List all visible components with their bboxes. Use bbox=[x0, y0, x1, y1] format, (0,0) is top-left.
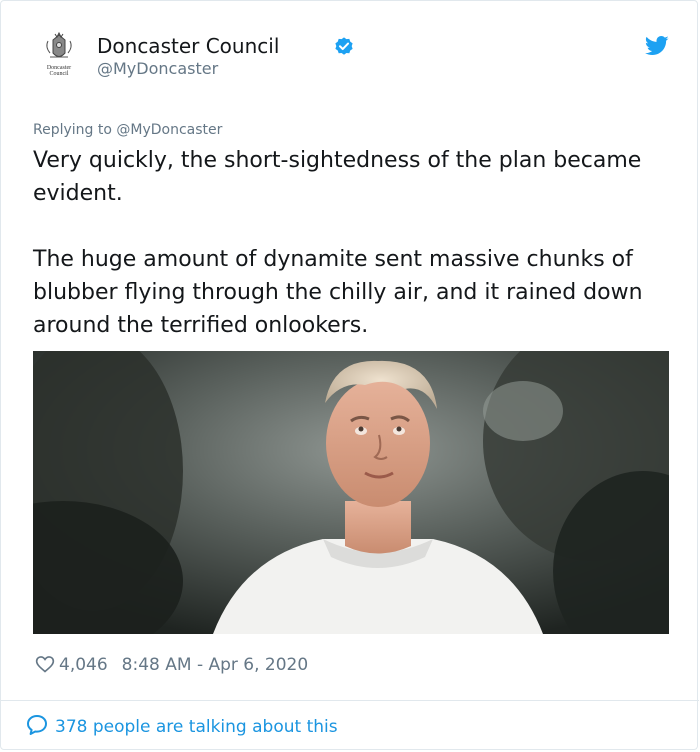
avatar-text-line: Council bbox=[49, 71, 69, 77]
replying-to-prefix: Replying to bbox=[33, 122, 117, 138]
tweet-paragraph: The huge amount of dynamite sent massive… bbox=[33, 247, 643, 338]
photo-person-looking-up bbox=[33, 351, 669, 634]
divider bbox=[1, 700, 699, 701]
tweet-paragraph: Very quickly, the short-sightedness of t… bbox=[33, 148, 642, 206]
avatar[interactable]: Doncaster Council bbox=[33, 31, 85, 83]
author-handle[interactable]: @MyDoncaster bbox=[97, 59, 218, 79]
conversation-text[interactable]: 378 people are talking about this bbox=[55, 717, 338, 737]
tweet-media-image[interactable] bbox=[33, 351, 669, 634]
speech-bubble-icon bbox=[27, 715, 47, 735]
conversation-link[interactable]: 378 people are talking about this bbox=[25, 714, 338, 740]
twitter-bird-icon[interactable] bbox=[645, 35, 669, 57]
author-name[interactable]: Doncaster Council bbox=[97, 33, 279, 59]
tweet-text: Very quickly, the short-sightedness of t… bbox=[33, 144, 673, 342]
like-count[interactable]: 4,046 bbox=[59, 655, 108, 675]
timestamp[interactable]: 8:48 AM - Apr 6, 2020 bbox=[122, 655, 309, 675]
tweet-header: Doncaster Council Doncaster Council @MyD… bbox=[33, 31, 673, 91]
replying-to: Replying to @MyDoncaster bbox=[33, 120, 222, 140]
tweet-card[interactable]: Doncaster Council Doncaster Council @MyD… bbox=[0, 0, 699, 750]
verified-badge-icon bbox=[335, 37, 353, 55]
replying-to-handle[interactable]: @MyDoncaster bbox=[116, 122, 222, 138]
heart-icon[interactable] bbox=[35, 654, 55, 674]
tweet-meta: 4,046 8:48 AM - Apr 6, 2020 bbox=[35, 653, 308, 677]
council-crest-icon bbox=[46, 31, 72, 58]
